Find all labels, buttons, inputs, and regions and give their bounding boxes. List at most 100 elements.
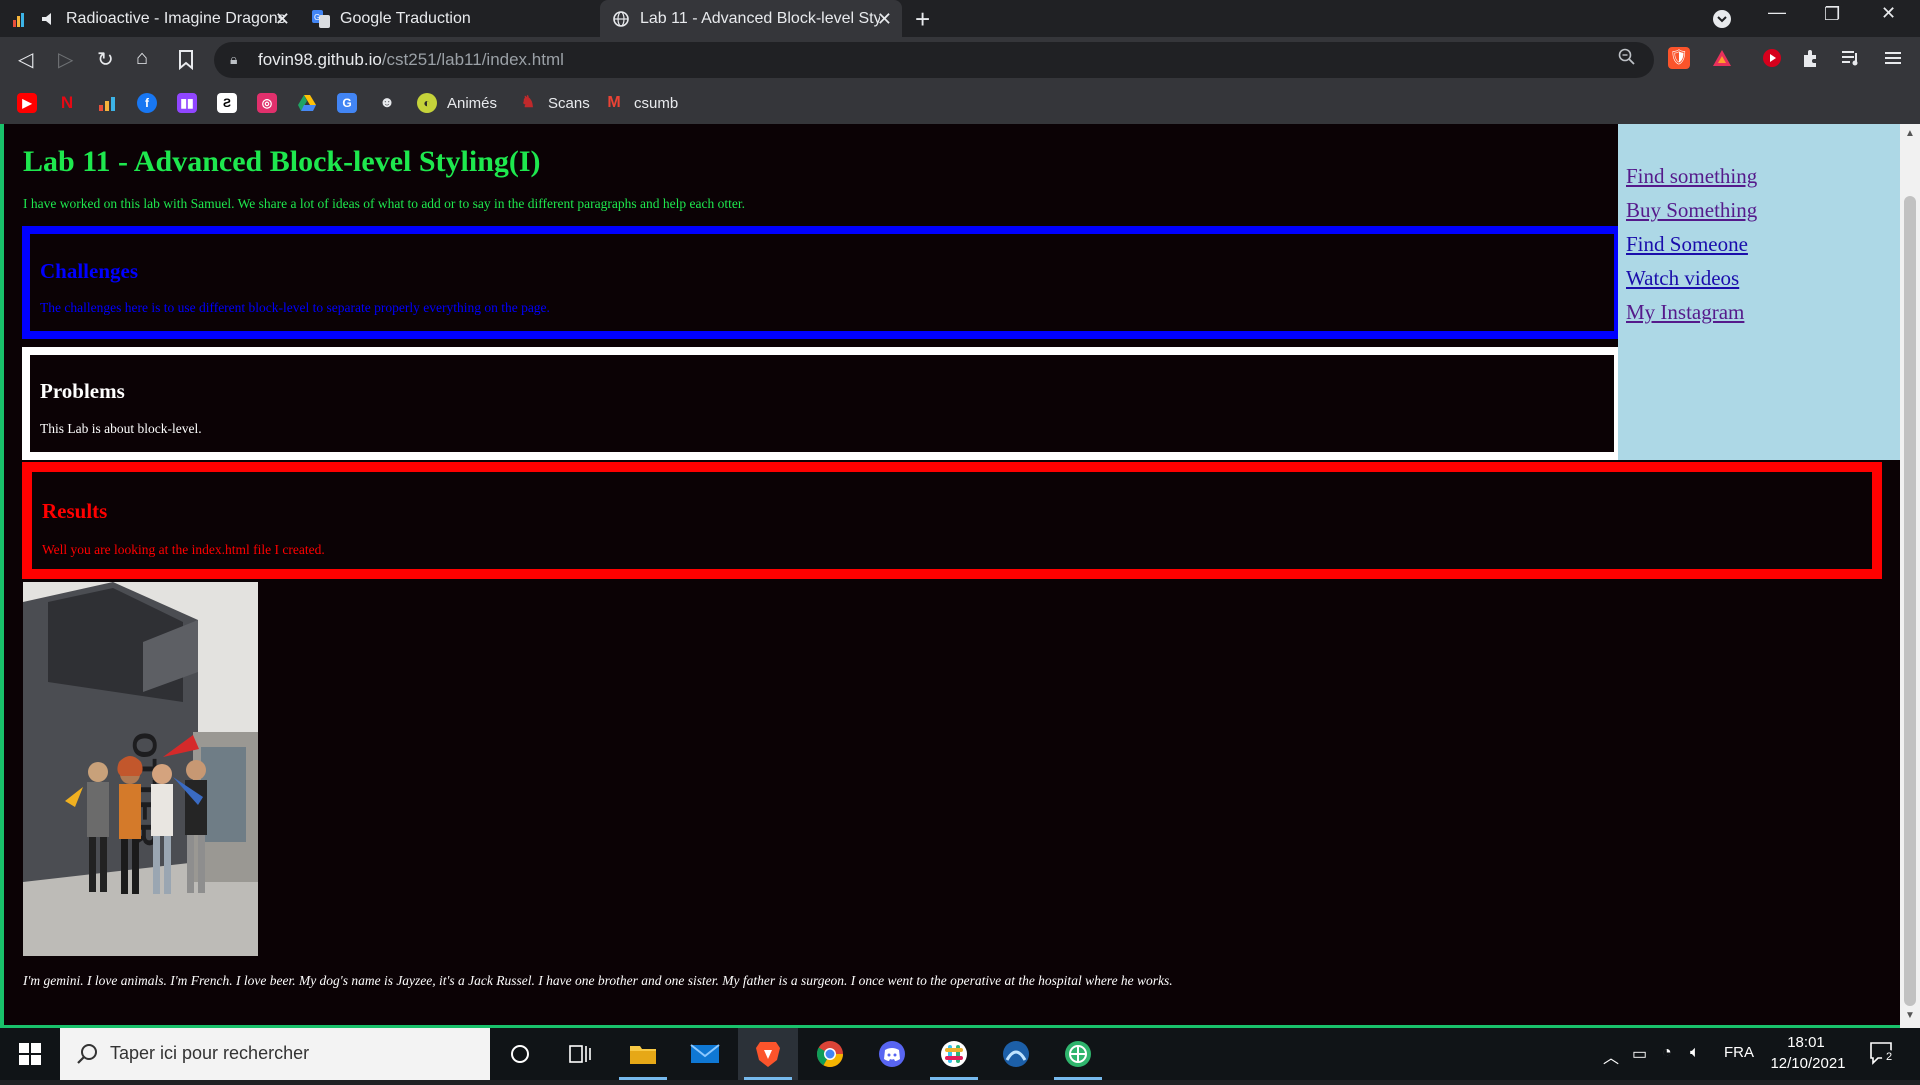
nav-link-find-someone[interactable]: Find Someone: [1626, 232, 1748, 257]
zoom-icon[interactable]: [1618, 48, 1636, 66]
app-icon: Ƨ: [217, 93, 237, 113]
scroll-down-icon[interactable]: ▼: [1905, 1010, 1915, 1021]
twitch-icon: ▮▮: [177, 93, 197, 113]
taskbar-file-explorer[interactable]: [613, 1028, 673, 1080]
clock-date[interactable]: 12/10/2021: [1768, 1055, 1848, 1072]
reload-icon[interactable]: ↻: [97, 47, 114, 72]
page-scrollbar[interactable]: ▲ ▼: [1900, 124, 1920, 1028]
problems-section: Problems This Lab is about block-level.: [22, 347, 1622, 460]
restore-icon[interactable]: ❐: [1824, 4, 1840, 25]
bookmark-twitch[interactable]: ▮▮: [177, 93, 197, 113]
taskbar-brave[interactable]: [738, 1028, 798, 1080]
search-icon: [77, 1044, 97, 1064]
minimize-icon[interactable]: —: [1768, 2, 1786, 23]
results-text: Well you are looking at the index.html f…: [42, 542, 325, 557]
bookmark-drive[interactable]: [297, 93, 317, 113]
bookmark-label: csumb: [634, 94, 679, 112]
deezer-icon: [99, 97, 115, 111]
mask-icon: ☻: [379, 94, 395, 111]
taskbar-app-green[interactable]: [1048, 1028, 1108, 1080]
bookmark-icon[interactable]: [178, 50, 194, 70]
bookmark-facebook[interactable]: f: [137, 93, 157, 113]
wifi-icon[interactable]: ◔: [1662, 1044, 1672, 1062]
bookmark-csumb[interactable]: Mcsumb: [604, 93, 678, 113]
bookmark-label: Animés: [447, 94, 498, 112]
close-window-icon[interactable]: ✕: [1881, 3, 1896, 24]
taskbar-chrome[interactable]: [800, 1028, 860, 1080]
bookmark-misc[interactable]: ☻: [377, 93, 397, 113]
brave-shield-icon[interactable]: 🛡︎: [1668, 47, 1690, 69]
menu-icon[interactable]: [1882, 47, 1904, 69]
tab-lab11[interactable]: Lab 11 - Advanced Block-level Styl ✕: [600, 0, 902, 37]
media-playlist-icon[interactable]: [1840, 47, 1862, 69]
bookmark-app[interactable]: Ƨ: [217, 93, 237, 113]
nav-link-find-something[interactable]: Find something: [1626, 164, 1757, 189]
cortana-button[interactable]: [490, 1028, 550, 1080]
svg-text:G: G: [314, 13, 320, 22]
results-section: Results Well you are looking at the inde…: [22, 462, 1882, 579]
bookmark-deezer[interactable]: [97, 93, 117, 113]
record-extension-icon[interactable]: [1761, 47, 1783, 69]
language-indicator[interactable]: FRA: [1724, 1044, 1754, 1061]
close-icon[interactable]: ✕: [275, 9, 290, 30]
battery-icon[interactable]: ▭: [1632, 1044, 1647, 1064]
bookmark-label: Scans: [548, 94, 590, 112]
bookmark-youtube[interactable]: ▶: [17, 93, 37, 113]
tab-radioactive[interactable]: Radioactive - Imagine Dragons ✕: [0, 0, 300, 37]
tab-search-icon[interactable]: [1712, 9, 1732, 29]
results-heading: Results: [42, 499, 108, 523]
url-text[interactable]: fovin98.github.io/cst251/lab11/index.htm…: [258, 50, 564, 70]
clock-time[interactable]: 18:01: [1776, 1034, 1836, 1051]
address-bar[interactable]: 🔒︎ fovin98.github.io/cst251/lab11/index.…: [214, 42, 1654, 78]
chevron-up-icon[interactable]: ︿: [1603, 1044, 1619, 1068]
notification-center[interactable]: 2: [1868, 1040, 1896, 1071]
tab-google-translate[interactable]: G Google Traduction: [300, 0, 600, 37]
search-placeholder: Taper ici pour rechercher: [110, 1043, 310, 1063]
url-path: /cst251/lab11/index.html: [381, 50, 564, 69]
green-globe-icon: [1065, 1041, 1091, 1067]
scroll-up-icon[interactable]: ▲: [1905, 128, 1915, 139]
close-icon[interactable]: ✕: [877, 9, 892, 30]
speaker-icon[interactable]: [40, 10, 58, 28]
scans-icon: ♞: [520, 94, 536, 111]
new-tab-icon[interactable]: +: [915, 4, 930, 35]
challenges-section: Challenges The challenges here is to use…: [22, 226, 1622, 339]
back-icon[interactable]: ◁: [18, 47, 33, 72]
challenges-heading: Challenges: [40, 259, 139, 283]
home-icon[interactable]: ⌂: [136, 47, 148, 70]
browser-toolbar: ◁ ▷ ↻ ⌂ 🔒︎ fovin98.github.io/cst251/lab1…: [0, 37, 1920, 84]
bookmark-scans[interactable]: ♞ Scans: [518, 93, 590, 113]
tab-label: Google Traduction: [340, 9, 471, 27]
taskbar-discord[interactable]: [862, 1028, 922, 1080]
puzzle-extensions-icon[interactable]: [1800, 47, 1822, 69]
nav-link-buy-something[interactable]: Buy Something: [1626, 198, 1757, 223]
taskbar-slack[interactable]: [924, 1028, 984, 1080]
taskbar-app-blue[interactable]: [986, 1028, 1046, 1080]
bookmark-translate[interactable]: G: [337, 93, 357, 113]
group-photo: OTTER: [23, 582, 258, 956]
bookmark-animes[interactable]: ◐ Animés: [417, 93, 497, 113]
volume-icon[interactable]: 🔈︎: [1690, 1044, 1700, 1062]
nav-link-watch-videos[interactable]: Watch videos: [1626, 266, 1739, 291]
taskbar-mail[interactable]: [675, 1028, 735, 1080]
bookmark-netflix[interactable]: N: [57, 93, 77, 113]
google-drive-icon: [298, 95, 316, 111]
tab-label: Lab 11 - Advanced Block-level Styl: [640, 9, 880, 27]
windows-taskbar: Taper ici pour rechercher ︿ ▭ ◔ 🔈︎ FRA 1…: [0, 1028, 1920, 1080]
blue-app-icon: [1003, 1041, 1029, 1067]
nav-link-my-instagram[interactable]: My Instagram: [1626, 300, 1744, 325]
page-viewport[interactable]: Lab 11 - Advanced Block-level Styling(I)…: [0, 124, 1900, 1028]
discord-icon: [879, 1041, 905, 1067]
scrollbar-thumb[interactable]: [1904, 196, 1916, 1006]
problems-heading: Problems: [40, 379, 125, 403]
brave-rewards-icon[interactable]: [1711, 47, 1733, 69]
tennis-ball-icon: ◐: [417, 93, 437, 113]
forward-icon[interactable]: ▷: [58, 47, 73, 72]
youtube-icon: ▶: [17, 93, 37, 113]
task-view-button[interactable]: [550, 1028, 610, 1080]
lock-icon[interactable]: 🔒︎: [230, 51, 237, 68]
taskbar-search[interactable]: Taper ici pour rechercher: [60, 1028, 490, 1080]
start-button[interactable]: [0, 1028, 60, 1080]
facebook-icon: f: [137, 93, 157, 113]
bookmark-instagram[interactable]: ◎: [257, 93, 277, 113]
